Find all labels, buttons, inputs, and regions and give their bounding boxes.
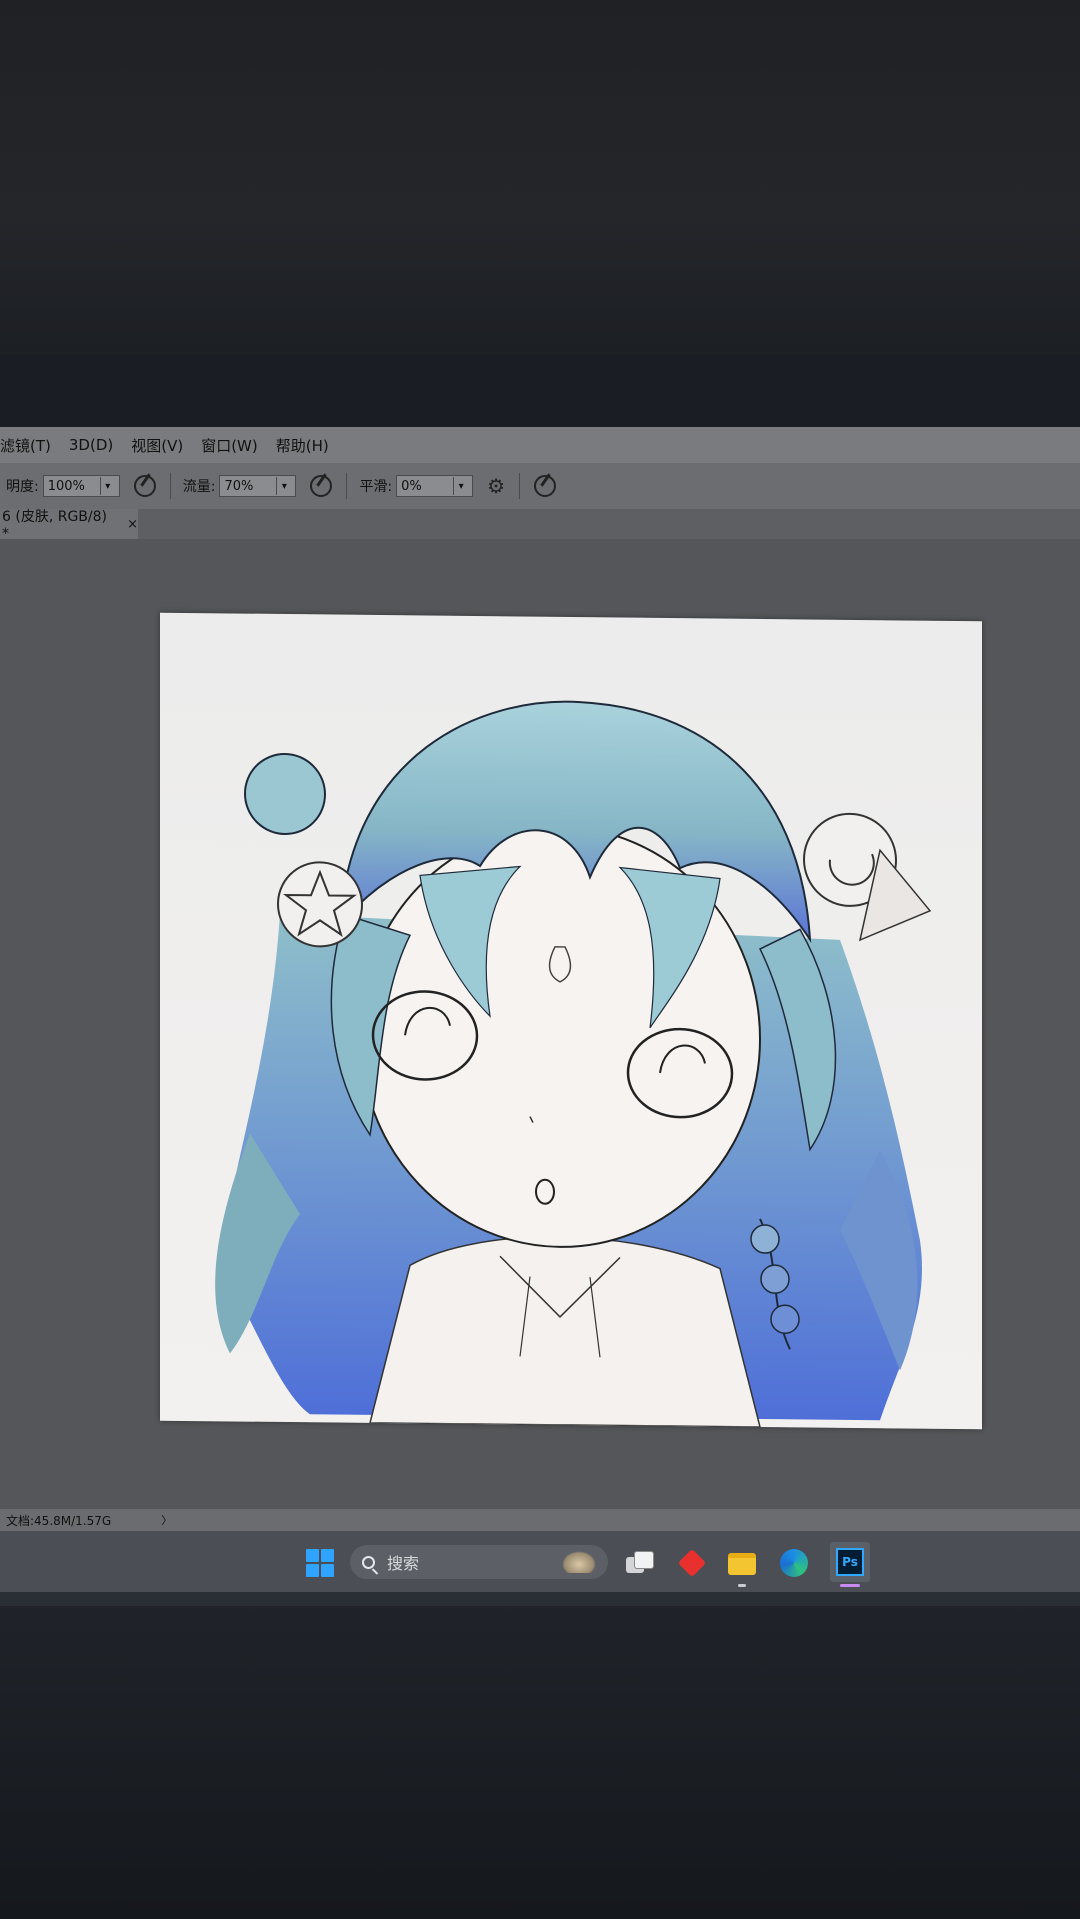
running-indicator xyxy=(738,1584,746,1587)
artwork-canvas[interactable] xyxy=(160,612,982,1430)
search-placeholder: 搜索 xyxy=(387,1554,420,1573)
menu-filter[interactable]: 滤镜(T) xyxy=(0,435,51,456)
chevron-down-icon[interactable]: ▾ xyxy=(99,477,115,495)
flow-field[interactable]: 70% ▾ xyxy=(219,475,297,497)
photoshop-label: Ps xyxy=(836,1548,864,1576)
pressure-size-icon[interactable] xyxy=(534,475,557,497)
smoothing-field[interactable]: 0% ▾ xyxy=(396,475,474,497)
active-app-indicator xyxy=(840,1584,860,1587)
monitor-bottom-bezel xyxy=(0,1592,1080,1606)
status-menu-arrow-icon[interactable]: 〉 xyxy=(161,1512,172,1528)
git-icon[interactable] xyxy=(676,1547,707,1578)
search-highlight-bird-icon xyxy=(562,1551,596,1573)
airbrush-icon[interactable] xyxy=(310,475,333,497)
search-icon xyxy=(362,1555,375,1569)
status-bar: 文档:45.8M/1.57G 〉 xyxy=(0,1509,1080,1531)
menu-window[interactable]: 窗口(W) xyxy=(201,435,258,456)
monitor-screen: 滤镜(T) 3D(D) 视图(V) 窗口(W) 帮助(H) 明度: 100% ▾… xyxy=(0,427,1080,1592)
chevron-down-icon[interactable]: ▾ xyxy=(276,477,291,495)
menu-help[interactable]: 帮助(H) xyxy=(276,435,329,456)
chibi-character-illustration xyxy=(215,700,932,1428)
divider xyxy=(519,473,521,499)
chevron-down-icon[interactable]: ▾ xyxy=(453,477,468,495)
document-size: 文档:45.8M/1.57G xyxy=(6,1513,112,1528)
canvas-workspace xyxy=(0,539,1080,1539)
document-tab-bar: 6 (皮肤, RGB/8) * × xyxy=(0,509,1080,542)
divider xyxy=(169,473,171,499)
gear-icon[interactable]: ⚙ xyxy=(487,474,505,498)
close-icon[interactable]: × xyxy=(127,517,138,532)
photoshop-icon[interactable]: Ps xyxy=(830,1542,870,1582)
menu-view[interactable]: 视图(V) xyxy=(131,435,183,456)
monitor-bezel xyxy=(0,355,1080,427)
flow-label: 流量: xyxy=(182,479,216,495)
document-tab-title: 6 (皮肤, RGB/8) * xyxy=(2,509,107,542)
menu-bar: 滤镜(T) 3D(D) 视图(V) 窗口(W) 帮助(H) xyxy=(0,427,1080,463)
task-view-icon[interactable] xyxy=(624,1547,654,1577)
smoothing-label: 平滑: xyxy=(359,479,393,495)
photo-background-bottom xyxy=(0,1592,1080,1919)
opacity-label: 明度: xyxy=(6,479,39,495)
flow-value: 70% xyxy=(224,478,254,494)
menu-3d[interactable]: 3D(D) xyxy=(69,436,113,454)
photo-background-top xyxy=(0,0,1080,355)
options-bar: 明度: 100% ▾ 流量: 70% ▾ 平滑: 0% ▾ ⚙ xyxy=(0,463,1080,509)
windows-taskbar: 搜索 Ps xyxy=(0,1531,1080,1592)
file-explorer-icon[interactable] xyxy=(726,1547,756,1577)
opacity-value: 100% xyxy=(47,478,85,494)
edge-icon[interactable] xyxy=(778,1547,808,1577)
divider xyxy=(346,473,348,499)
brush-pressure-icon[interactable] xyxy=(133,475,156,497)
windows-start-icon[interactable] xyxy=(306,1549,334,1577)
opacity-field[interactable]: 100% ▾ xyxy=(42,475,120,497)
document-tab[interactable]: 6 (皮肤, RGB/8) * × xyxy=(0,509,138,542)
taskbar-search-box[interactable]: 搜索 xyxy=(350,1545,608,1579)
smoothing-value: 0% xyxy=(401,478,422,494)
